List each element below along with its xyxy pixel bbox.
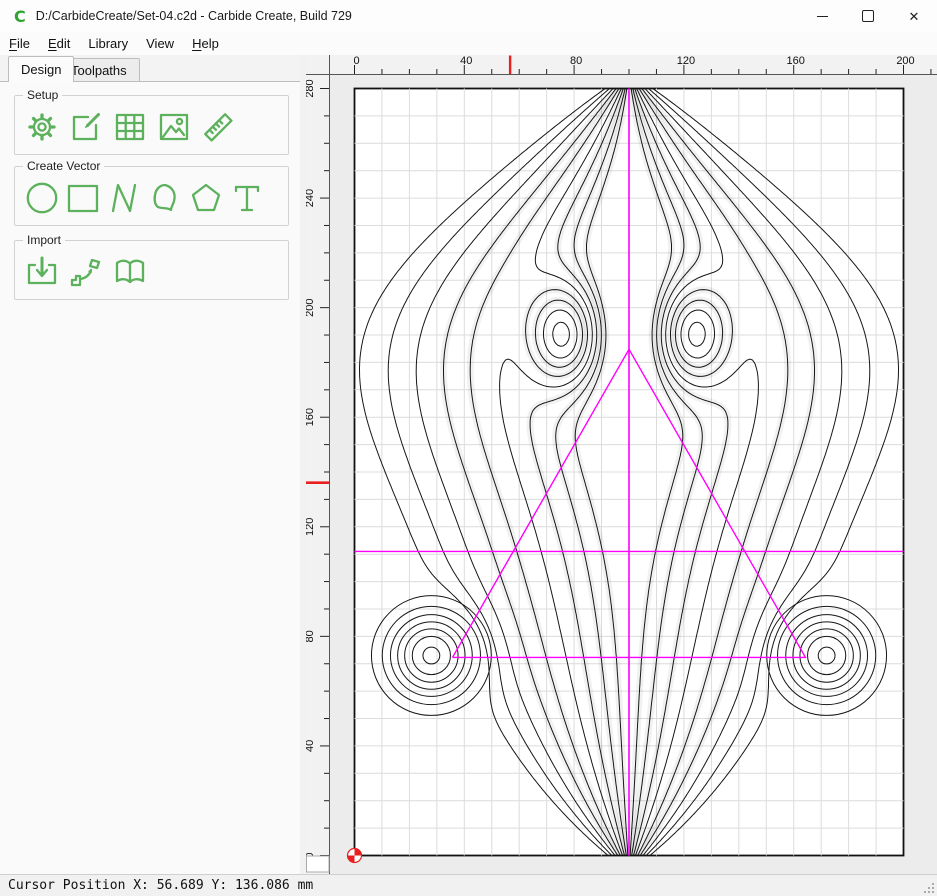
svg-text:120: 120	[306, 518, 316, 536]
tab-strip: Design Toolpaths	[0, 55, 300, 82]
create-curve-button[interactable]	[105, 179, 143, 217]
sidebar: Design Toolpaths Setup	[0, 55, 301, 874]
status-bar: Cursor Position X: 56.689 Y: 136.086 mm	[0, 874, 937, 896]
svg-text:200: 200	[896, 55, 914, 67]
menu-help[interactable]: Help	[183, 34, 228, 53]
library-icon	[112, 254, 148, 290]
freeform-icon	[147, 180, 183, 216]
app-window: C D:/CarbideCreate/Set-04.c2d - Carbide …	[0, 0, 937, 896]
import-file-button[interactable]	[23, 253, 61, 291]
svg-text:240: 240	[306, 189, 316, 207]
svg-text:80: 80	[570, 55, 582, 67]
create-rectangle-button[interactable]	[64, 179, 102, 217]
polygon-icon	[188, 180, 224, 216]
design-canvas[interactable]	[330, 75, 937, 874]
group-import: Import	[14, 240, 289, 300]
edit-button[interactable]	[67, 108, 105, 146]
menu-bar: File Edit Library View Help	[0, 32, 937, 55]
svg-text:0: 0	[353, 55, 359, 67]
svg-text:40: 40	[460, 55, 472, 67]
library-button[interactable]	[111, 253, 149, 291]
text-icon	[229, 180, 265, 216]
group-setup-label: Setup	[23, 88, 62, 102]
curve-icon	[106, 180, 142, 216]
gear-icon	[24, 109, 60, 145]
title-bar: C D:/CarbideCreate/Set-04.c2d - Carbide …	[0, 0, 937, 32]
maximize-icon	[862, 10, 874, 22]
resize-grip[interactable]	[923, 882, 935, 894]
ruler-corner-box	[306, 55, 330, 75]
create-polygon-button[interactable]	[187, 179, 225, 217]
menu-file[interactable]: File	[0, 34, 39, 53]
rectangle-icon	[65, 180, 101, 216]
minimize-icon	[817, 16, 828, 17]
group-create-vector: Create Vector	[14, 166, 289, 226]
window-title: D:/CarbideCreate/Set-04.c2d - Carbide Cr…	[36, 9, 352, 23]
svg-text:120: 120	[677, 55, 695, 67]
svg-text:200: 200	[306, 298, 316, 316]
menu-edit[interactable]: Edit	[39, 34, 79, 53]
svg-text:80: 80	[306, 630, 316, 642]
measure-button[interactable]	[199, 108, 237, 146]
close-icon: ✕	[909, 10, 920, 23]
create-freeform-button[interactable]	[146, 179, 184, 217]
group-import-label: Import	[23, 233, 65, 247]
app-logo-icon: C	[14, 7, 26, 26]
circle-icon	[24, 180, 60, 216]
scale-button[interactable]	[67, 253, 105, 291]
import-icon	[24, 254, 60, 290]
grid-setup-button[interactable]	[111, 108, 149, 146]
maximize-button[interactable]	[845, 0, 891, 32]
background-image-button[interactable]	[155, 108, 193, 146]
scale-icon	[68, 254, 104, 290]
horizontal-ruler: 0 40 80 120 160 200	[330, 55, 937, 75]
tab-design[interactable]: Design	[8, 56, 74, 82]
group-setup: Setup	[14, 95, 289, 155]
svg-text:40: 40	[306, 740, 316, 752]
vertical-ruler: 04080120160200240280	[306, 75, 330, 874]
create-circle-button[interactable]	[23, 179, 61, 217]
job-setup-button[interactable]	[23, 108, 61, 146]
group-create-vector-label: Create Vector	[23, 159, 104, 173]
create-text-button[interactable]	[228, 179, 266, 217]
svg-text:280: 280	[306, 79, 316, 97]
minimize-button[interactable]	[799, 0, 845, 32]
measure-icon	[200, 109, 236, 145]
svg-text:160: 160	[306, 408, 316, 426]
close-button[interactable]: ✕	[891, 0, 937, 32]
menu-library[interactable]: Library	[79, 34, 137, 53]
image-icon	[156, 109, 192, 145]
svg-text:160: 160	[787, 55, 805, 67]
menu-view[interactable]: View	[137, 34, 183, 53]
grid-icon	[112, 109, 148, 145]
cursor-position-text: Cursor Position X: 56.689 Y: 136.086 mm	[8, 878, 313, 893]
page-edit-icon	[68, 109, 104, 145]
